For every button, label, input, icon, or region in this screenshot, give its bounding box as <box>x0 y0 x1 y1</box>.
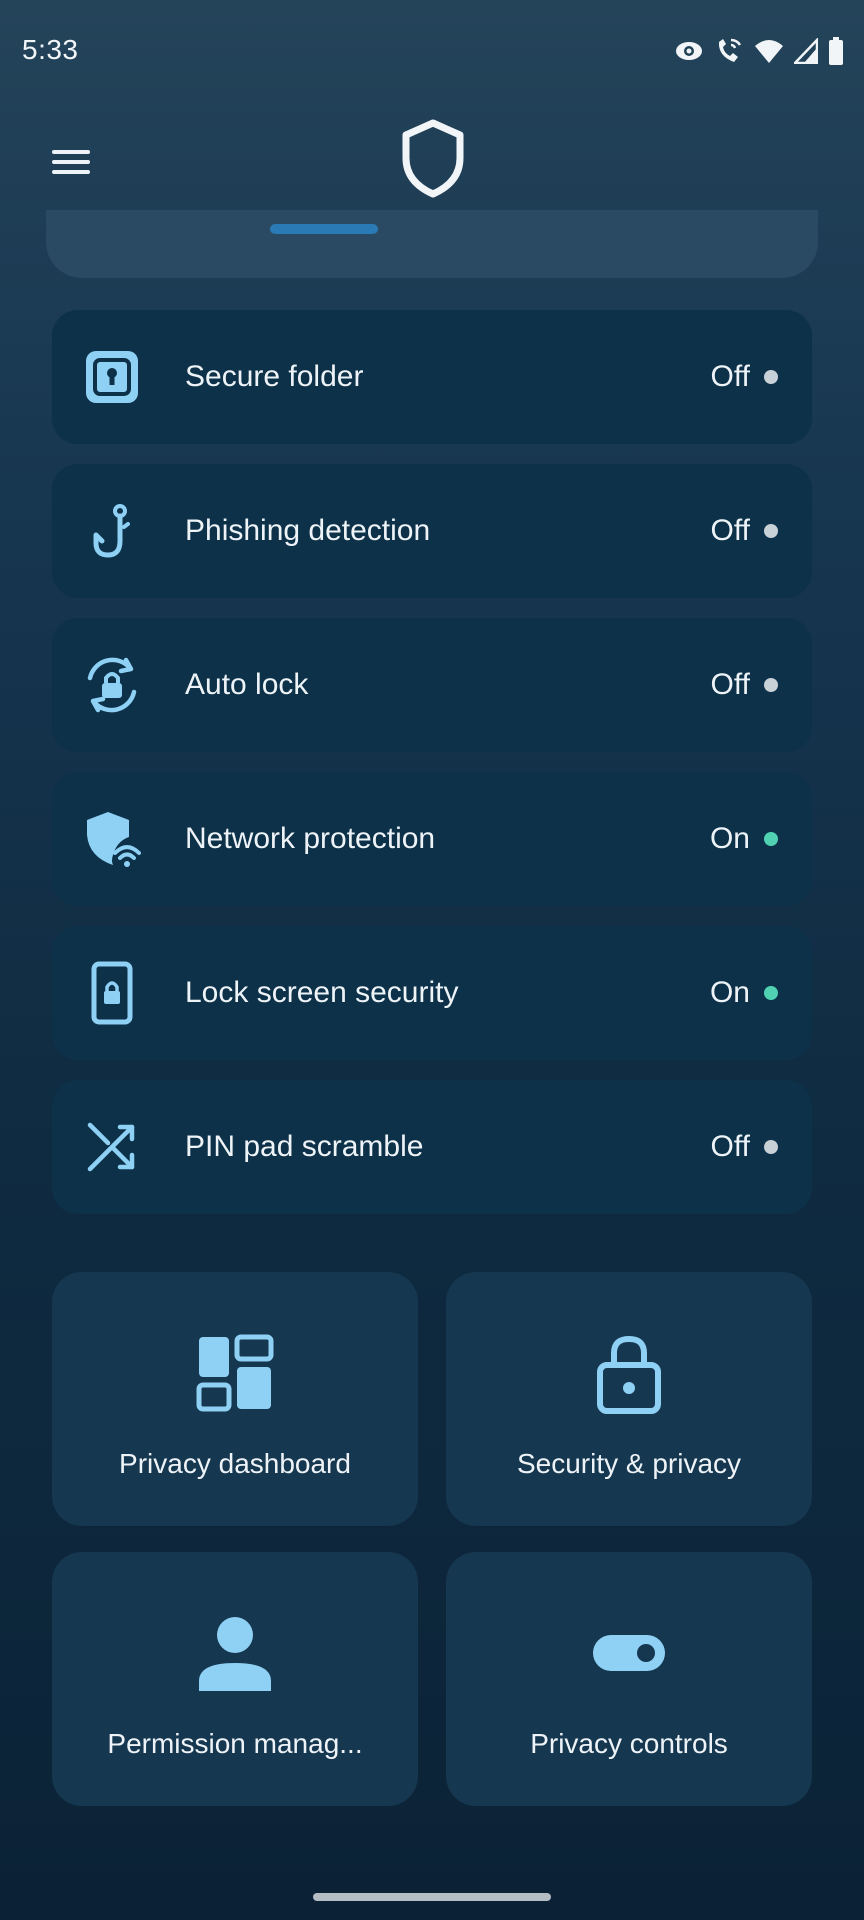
shield-icon <box>400 118 466 198</box>
secure-folder-icon <box>82 347 142 407</box>
feature-row-secure-folder[interactable]: Secure folder Off <box>52 310 812 444</box>
status-text: Off <box>710 514 750 547</box>
feature-row-auto-lock[interactable]: Auto lock Off <box>52 618 812 752</box>
person-icon <box>190 1608 280 1698</box>
status-text: Off <box>710 360 750 393</box>
status-dot <box>764 524 778 538</box>
padlock-icon <box>584 1328 674 1418</box>
hamburger-menu-icon <box>52 150 90 174</box>
feature-label: Lock screen security <box>185 976 459 1009</box>
signal-icon <box>794 38 818 64</box>
feature-status: On <box>710 976 778 1010</box>
feature-label: Network protection <box>185 822 436 855</box>
auto-lock-icon <box>82 655 142 715</box>
shuffle-icon <box>82 1117 142 1177</box>
wifi-icon <box>754 38 784 64</box>
status-text: Off <box>710 668 750 701</box>
overview-card <box>46 210 818 278</box>
status-dot <box>764 678 778 692</box>
tile-permission-manager[interactable]: Permission manag... <box>52 1552 418 1806</box>
feature-status: Off <box>711 1130 778 1164</box>
tile-label: Privacy controls <box>530 1728 728 1759</box>
feature-label: Secure folder <box>185 360 364 393</box>
feature-status: Off <box>711 360 778 394</box>
shortcut-tiles: Privacy dashboard Security & privacy Per… <box>52 1272 812 1806</box>
feature-list: Secure folder Off Phishing detection Off <box>52 310 812 1234</box>
status-text: On <box>709 976 750 1009</box>
feature-status: On <box>710 822 778 856</box>
eye-icon <box>674 40 704 62</box>
feature-status: Off <box>711 514 778 548</box>
status-dot <box>764 832 778 846</box>
feature-label: PIN pad scramble <box>185 1130 424 1163</box>
feature-row-lock-screen-security[interactable]: Lock screen security On <box>52 926 812 1060</box>
status-text: On <box>709 822 750 855</box>
tile-privacy-dashboard[interactable]: Privacy dashboard <box>52 1272 418 1526</box>
feature-row-phishing-detection[interactable]: Phishing detection Off <box>52 464 812 598</box>
feature-row-network-protection[interactable]: Network protection On <box>52 772 812 906</box>
toggle-icon <box>584 1608 674 1698</box>
status-text: Off <box>710 1130 750 1163</box>
tile-security-privacy[interactable]: Security & privacy <box>446 1272 812 1526</box>
tile-privacy-controls[interactable]: Privacy controls <box>446 1552 812 1806</box>
feature-status: Off <box>711 668 778 702</box>
tile-label: Security & privacy <box>516 1448 742 1479</box>
tile-label: Privacy dashboard <box>119 1448 351 1479</box>
status-time: 5:33 <box>22 34 79 65</box>
status-icons <box>674 34 844 68</box>
dashboard-icon <box>190 1328 280 1418</box>
feature-row-pin-pad-scramble[interactable]: PIN pad scramble Off <box>52 1080 812 1214</box>
gesture-navigation-bar[interactable] <box>313 1893 551 1901</box>
feature-label: Auto lock <box>185 668 309 701</box>
status-dot <box>764 370 778 384</box>
feature-label: Phishing detection <box>185 514 431 547</box>
battery-icon <box>828 37 844 65</box>
phone-lock-icon <box>82 961 142 1025</box>
status-dot <box>764 986 778 1000</box>
menu-button[interactable] <box>46 142 96 182</box>
tile-label: Permission manag... <box>107 1728 363 1759</box>
fishhook-icon <box>82 501 142 561</box>
page-indicator <box>270 224 378 234</box>
status-dot <box>764 1140 778 1154</box>
shield-wifi-icon <box>82 809 142 869</box>
wifi-calling-icon <box>714 36 744 66</box>
status-bar: 5:33 <box>0 0 864 100</box>
